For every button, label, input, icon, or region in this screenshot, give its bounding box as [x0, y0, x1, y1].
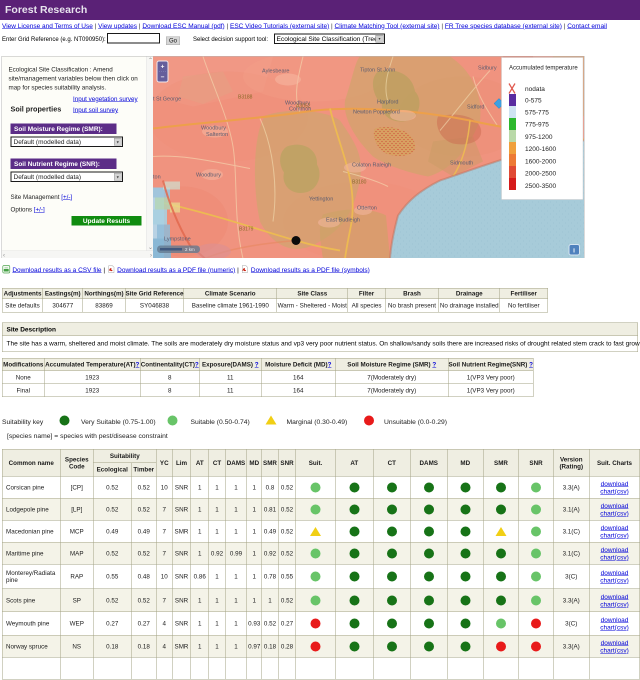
svg-text:Woodbury: Woodbury — [201, 126, 226, 132]
svg-text:Accumulated temperature: Accumulated temperature — [509, 66, 578, 72]
svg-text:Harpford: Harpford — [377, 100, 398, 106]
svg-text:Lympstone: Lympstone — [164, 237, 191, 243]
svg-text:Aylesbeare: Aylesbeare — [262, 69, 289, 75]
svg-text:East Budleigh: East Budleigh — [326, 218, 360, 224]
svg-text:Otterton: Otterton — [357, 206, 377, 212]
svg-text:1200-1600: 1200-1600 — [525, 146, 556, 153]
svg-text:A3052: A3052 — [296, 104, 311, 110]
svg-text:Woodbury: Woodbury — [196, 173, 221, 179]
svg-text:B3179: B3179 — [239, 227, 254, 233]
svg-text:B3188: B3188 — [238, 95, 253, 101]
svg-text:Colaton Raleigh: Colaton Raleigh — [352, 163, 391, 169]
svg-text:2000-2500: 2000-2500 — [525, 171, 556, 178]
svg-text:1600-2000: 1600-2000 — [525, 159, 556, 166]
svg-text:+: + — [161, 64, 165, 71]
svg-text:Sidmouth: Sidmouth — [450, 161, 473, 167]
svg-text:775-975: 775-975 — [525, 122, 549, 129]
svg-text:0-575: 0-575 — [525, 98, 542, 105]
svg-text:i: i — [573, 248, 575, 255]
svg-text:Yettington: Yettington — [309, 197, 333, 203]
svg-text:975-1200: 975-1200 — [525, 134, 553, 141]
svg-text:ton: ton — [153, 175, 161, 181]
svg-text:Sidbury: Sidbury — [478, 66, 497, 72]
svg-text:Newton Poppleford: Newton Poppleford — [353, 110, 400, 116]
svg-text:2 km: 2 km — [185, 247, 195, 252]
svg-text:B3180: B3180 — [352, 180, 367, 186]
svg-text:t St George: t St George — [153, 97, 181, 103]
svg-text:2500-3500: 2500-3500 — [525, 183, 556, 190]
svg-text:−: − — [161, 74, 165, 81]
svg-text:Sidford: Sidford — [467, 105, 484, 111]
svg-text:Tipton St John: Tipton St John — [360, 68, 395, 74]
svg-text:575-775: 575-775 — [525, 110, 549, 117]
svg-text:Salterton: Salterton — [206, 132, 228, 138]
svg-text:nodata: nodata — [525, 86, 545, 93]
